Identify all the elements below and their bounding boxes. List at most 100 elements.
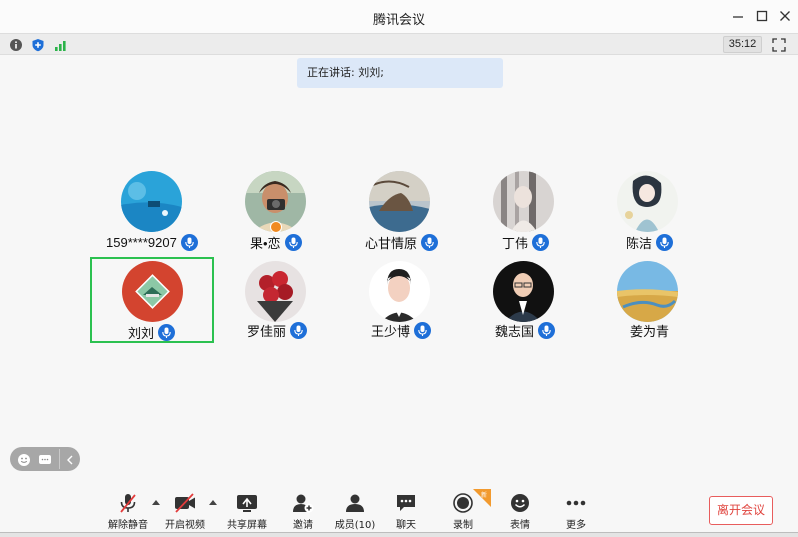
microphone-icon: [421, 233, 439, 251]
start-video-label: 开启视频: [165, 520, 205, 531]
minimize-icon: [733, 16, 743, 18]
title-bar: 腾讯会议: [0, 0, 798, 33]
participant-name-row: 159****9207: [106, 233, 198, 251]
microphone-muted-icon: [120, 494, 136, 513]
participant-tile[interactable]: 丁伟: [462, 168, 586, 254]
fullscreen-button[interactable]: [772, 37, 786, 52]
speaking-indicator: 正在讲话: 刘刘;: [297, 58, 503, 88]
participant-name-row: 丁伟: [502, 233, 550, 251]
participant-tile[interactable]: 159****9207: [90, 168, 214, 254]
microphone-icon: [290, 321, 308, 339]
chat-label: 聊天: [396, 520, 416, 531]
participant-name-row: 罗佳丽: [247, 321, 308, 339]
close-button[interactable]: [777, 8, 793, 24]
members-icon: [346, 494, 364, 512]
avatar: [121, 171, 182, 232]
participant-tile[interactable]: 心甘情原: [338, 168, 462, 254]
participant-name: 王少博: [371, 323, 411, 339]
participant-name-row: 心甘情原: [365, 233, 439, 251]
microphone-icon: [158, 323, 176, 341]
participant-name: 陈洁: [626, 235, 653, 251]
reactions-button[interactable]: 表情: [490, 492, 550, 532]
participant-name: 心甘情原: [365, 235, 418, 251]
bottom-toolbar: 解除静音 开启视频 共享屏幕 邀请 成员(10) 聊天 录制 新 表情 更多: [0, 486, 798, 537]
participant-tile[interactable]: 陈洁: [586, 168, 710, 254]
video-off-icon: [175, 493, 195, 513]
share-screen-label: 共享屏幕: [227, 520, 267, 531]
participant-tile[interactable]: 果•恋: [214, 168, 338, 254]
more-icon: [566, 500, 586, 506]
start-video-button[interactable]: 开启视频: [155, 492, 215, 532]
microphone-icon: [538, 321, 556, 339]
participant-name-row: 刘刘: [128, 323, 176, 341]
chevron-left-icon: [67, 455, 73, 465]
meeting-info-button[interactable]: [9, 37, 23, 51]
chat-icon: [39, 455, 51, 464]
chat-bubble-button[interactable]: [38, 452, 52, 471]
record-label: 录制: [453, 520, 473, 531]
avatar: [369, 261, 430, 322]
avatar: [617, 261, 678, 322]
signal-icon: [55, 41, 66, 51]
avatar: [122, 261, 183, 322]
new-feature-badge: 新: [473, 489, 491, 507]
participant-tile[interactable]: 王少博: [338, 257, 462, 343]
maximize-icon: [756, 10, 768, 22]
participant-name-row: 魏志国: [495, 321, 556, 339]
reactions-label: 表情: [510, 520, 530, 531]
pill-divider: [59, 449, 60, 469]
participant-name: 罗佳丽: [247, 323, 287, 339]
avatar: [493, 171, 554, 232]
record-icon: [453, 493, 473, 513]
invite-label: 邀请: [293, 520, 313, 531]
participant-name: 刘刘: [128, 325, 155, 341]
add-user-icon: [293, 494, 314, 513]
participant-tile[interactable]: 姜为青: [586, 257, 710, 343]
participant-name: 魏志国: [495, 323, 535, 339]
security-button[interactable]: [31, 37, 45, 52]
fullscreen-icon: [772, 38, 786, 52]
participant-name: 159****9207: [106, 234, 177, 250]
avatar: [493, 261, 554, 322]
meeting-timer: 35:12: [723, 36, 762, 53]
share-screen-icon: [237, 495, 257, 512]
participant-name-row: 姜为青: [630, 321, 669, 339]
emoji-reaction-button[interactable]: [17, 452, 31, 471]
more-button[interactable]: 更多: [546, 492, 606, 532]
participant-tile-active[interactable]: 刘刘: [90, 257, 214, 343]
microphone-icon: [284, 233, 302, 251]
participant-name-row: 陈洁: [626, 233, 674, 251]
smile-icon: [511, 494, 529, 512]
meeting-info-bar: 35:12: [0, 33, 798, 55]
host-badge: [270, 221, 282, 233]
window-title: 腾讯会议: [372, 13, 425, 28]
participant-tile[interactable]: 罗佳丽: [214, 257, 338, 343]
chat-icon: [397, 495, 415, 511]
avatar: [245, 261, 306, 322]
participant-name: 姜为青: [630, 323, 670, 339]
maximize-button[interactable]: [754, 8, 770, 24]
avatar: [369, 171, 430, 232]
unmute-label: 解除静音: [108, 520, 148, 531]
taskbar-edge: [0, 532, 798, 537]
participant-name-row: 果•恋: [250, 233, 302, 251]
video-options-caret[interactable]: [209, 500, 217, 505]
network-status-button[interactable]: [54, 37, 68, 51]
collapse-button[interactable]: [64, 452, 76, 471]
invite-button[interactable]: 邀请: [273, 492, 333, 532]
microphone-icon: [532, 233, 550, 251]
unmute-button[interactable]: 解除静音: [98, 492, 158, 532]
microphone-icon: [656, 233, 674, 251]
more-label: 更多: [566, 520, 586, 531]
chat-button[interactable]: 聊天: [376, 492, 436, 532]
participant-name: 丁伟: [502, 235, 529, 251]
microphone-icon: [414, 321, 432, 339]
leave-meeting-button[interactable]: 离开会议: [709, 496, 773, 525]
quick-actions-pill: [10, 447, 80, 471]
minimize-button[interactable]: [730, 8, 746, 24]
new-badge-text: 新: [481, 492, 488, 499]
microphone-icon: [180, 233, 198, 251]
participant-tile[interactable]: 魏志国: [462, 257, 586, 343]
share-screen-button[interactable]: 共享屏幕: [217, 492, 277, 532]
participant-name-row: 王少博: [371, 321, 432, 339]
